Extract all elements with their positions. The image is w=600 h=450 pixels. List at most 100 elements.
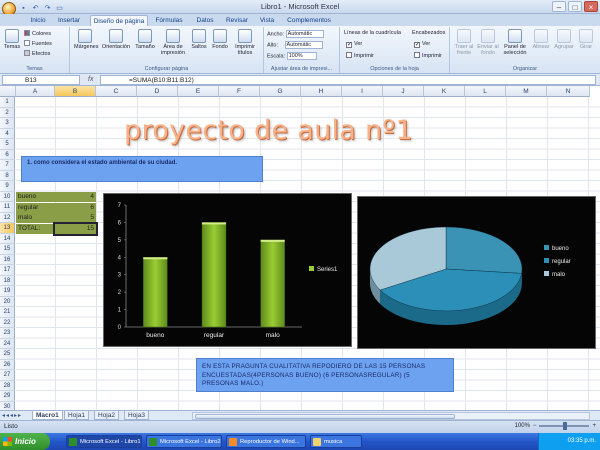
margenes-button[interactable]: Márgenes: [74, 29, 98, 50]
escala-stepper[interactable]: 100%: [286, 52, 317, 60]
column-header-b[interactable]: B: [55, 86, 96, 97]
lineas-imprimir-checkbox[interactable]: Imprimir: [346, 52, 374, 60]
row-header-26[interactable]: 26: [0, 359, 15, 370]
row-header-23[interactable]: 23: [0, 328, 15, 339]
cell-b13-selected[interactable]: 15: [53, 222, 98, 236]
row-header-30[interactable]: 30: [0, 401, 15, 410]
encabezados-ver-checkbox[interactable]: ✓ Ver: [414, 41, 430, 48]
row-header-17[interactable]: 17: [0, 265, 15, 276]
cell-a13[interactable]: TOTAL:: [16, 224, 55, 234]
tab-revisar[interactable]: Revisar: [222, 15, 252, 26]
cell-a10[interactable]: bueno: [16, 192, 55, 202]
row-header-5[interactable]: 5: [0, 139, 15, 150]
sheet-tab-hoja1[interactable]: Hoja1: [64, 411, 89, 420]
task-excel-libro1[interactable]: Microsoft Excel - Libro1: [66, 435, 142, 448]
column-header-j[interactable]: J: [383, 86, 424, 97]
row-header-25[interactable]: 25: [0, 349, 15, 360]
column-header-d[interactable]: D: [137, 86, 178, 97]
row-header-1[interactable]: 1: [0, 97, 15, 108]
zoom-in-icon[interactable]: +: [592, 423, 596, 429]
task-excel-libro2[interactable]: Microsoft Excel - Libro2: [146, 435, 222, 448]
row-header-7[interactable]: 7: [0, 160, 15, 171]
select-all-corner[interactable]: [0, 86, 16, 97]
row-header-19[interactable]: 19: [0, 286, 15, 297]
note-textbox[interactable]: EN ESTA PRAGUNTA CUALITATIVA REPODIERO D…: [196, 358, 454, 392]
row-header-21[interactable]: 21: [0, 307, 15, 318]
close-icon[interactable]: ×: [584, 1, 598, 12]
alinear-button[interactable]: Alinear: [531, 29, 551, 50]
row-header-11[interactable]: 11: [0, 202, 15, 213]
fuentes-button[interactable]: Fuentes: [24, 40, 52, 48]
tamano-button[interactable]: Tamaño: [134, 29, 156, 50]
column-header-l[interactable]: L: [465, 86, 506, 97]
column-header-i[interactable]: I: [342, 86, 383, 97]
maximize-icon[interactable]: □: [568, 1, 582, 12]
enviar-fondo-button[interactable]: Enviar al fondo: [477, 29, 499, 56]
row-header-8[interactable]: 8: [0, 170, 15, 181]
row-header-13[interactable]: 13: [0, 223, 15, 234]
row-header-22[interactable]: 22: [0, 317, 15, 328]
scroll-thumb[interactable]: [195, 414, 455, 419]
cell-a12[interactable]: malo: [16, 213, 55, 223]
column-header-a[interactable]: A: [16, 86, 55, 97]
row-header-18[interactable]: 18: [0, 275, 15, 286]
colores-button[interactable]: Colores: [24, 30, 51, 38]
row-header-27[interactable]: 27: [0, 370, 15, 381]
column-header-k[interactable]: K: [424, 86, 465, 97]
column-header-n[interactable]: N: [547, 86, 590, 97]
row-header-24[interactable]: 24: [0, 338, 15, 349]
orientacion-button[interactable]: Orientación: [100, 29, 132, 50]
row-header-14[interactable]: 14: [0, 233, 15, 244]
sheet-tab-macro1[interactable]: Macro1: [32, 411, 63, 420]
traer-frente-button[interactable]: Traer al frente: [453, 29, 475, 56]
horizontal-scrollbar[interactable]: [192, 412, 590, 420]
pie-chart[interactable]: bueno regular malo: [357, 196, 596, 349]
tab-formulas[interactable]: Fórmulas: [152, 15, 186, 26]
zoom-knob[interactable]: [563, 422, 568, 430]
minimize-icon[interactable]: –: [552, 1, 566, 12]
formula-input[interactable]: =SUMA(B10:B11:B12): [100, 75, 596, 85]
row-header-16[interactable]: 16: [0, 254, 15, 265]
sheet-tab-hoja2[interactable]: Hoja2: [94, 411, 119, 420]
column-header-m[interactable]: M: [506, 86, 547, 97]
column-header-h[interactable]: H: [301, 86, 342, 97]
girar-button[interactable]: Girar: [577, 29, 595, 50]
area-impresion-button[interactable]: Área de impresión: [160, 29, 186, 56]
row-header-20[interactable]: 20: [0, 296, 15, 307]
fx-icon[interactable]: fx: [88, 76, 93, 83]
column-header-e[interactable]: E: [178, 86, 219, 97]
row-header-12[interactable]: 12: [0, 212, 15, 223]
encabezados-imprimir-checkbox[interactable]: Imprimir: [414, 52, 442, 60]
zoom-out-icon[interactable]: −: [533, 423, 537, 429]
cell-b12[interactable]: 5: [55, 213, 96, 223]
question-textbox[interactable]: 1. como considera el estado ambiental de…: [21, 156, 263, 182]
row-header-4[interactable]: 4: [0, 128, 15, 139]
column-header-c[interactable]: C: [96, 86, 137, 97]
start-button[interactable]: Inicio: [0, 433, 50, 450]
tab-diseno-de-pagina[interactable]: Diseño de página: [90, 15, 148, 26]
tab-inicio[interactable]: Inicio: [26, 15, 50, 26]
tab-datos[interactable]: Datos: [192, 15, 218, 26]
tab-vista[interactable]: Vista: [256, 15, 278, 26]
cell-b10[interactable]: 4: [55, 192, 96, 202]
lineas-ver-checkbox[interactable]: ✓ Ver: [346, 41, 362, 48]
imprimir-titulos-button[interactable]: Imprimir títulos: [232, 29, 258, 56]
row-header-9[interactable]: 9: [0, 181, 15, 192]
cell-b11[interactable]: 6: [55, 203, 96, 213]
cell-a11[interactable]: regular: [16, 203, 55, 213]
agrupar-button[interactable]: Agrupar: [553, 29, 575, 50]
row-header-28[interactable]: 28: [0, 380, 15, 391]
row-header-6[interactable]: 6: [0, 149, 15, 160]
ancho-select[interactable]: Automátic: [285, 30, 324, 38]
row-header-15[interactable]: 15: [0, 244, 15, 255]
fondo-button[interactable]: Fondo: [211, 29, 229, 50]
tab-insertar[interactable]: Insertar: [52, 15, 86, 26]
row-header-2[interactable]: 2: [0, 107, 15, 118]
row-header-10[interactable]: 10: [0, 191, 15, 202]
column-header-f[interactable]: F: [219, 86, 260, 97]
task-media-player[interactable]: Reproductor de Wind...: [226, 435, 306, 448]
name-box[interactable]: B13: [2, 75, 80, 85]
zoom-slider[interactable]: [539, 422, 590, 430]
panel-seleccion-button[interactable]: Panel de selección: [502, 29, 528, 56]
bar-chart[interactable]: 0 1 2 3 4 5 6 7 bueno regular malo Series1: [103, 193, 352, 347]
